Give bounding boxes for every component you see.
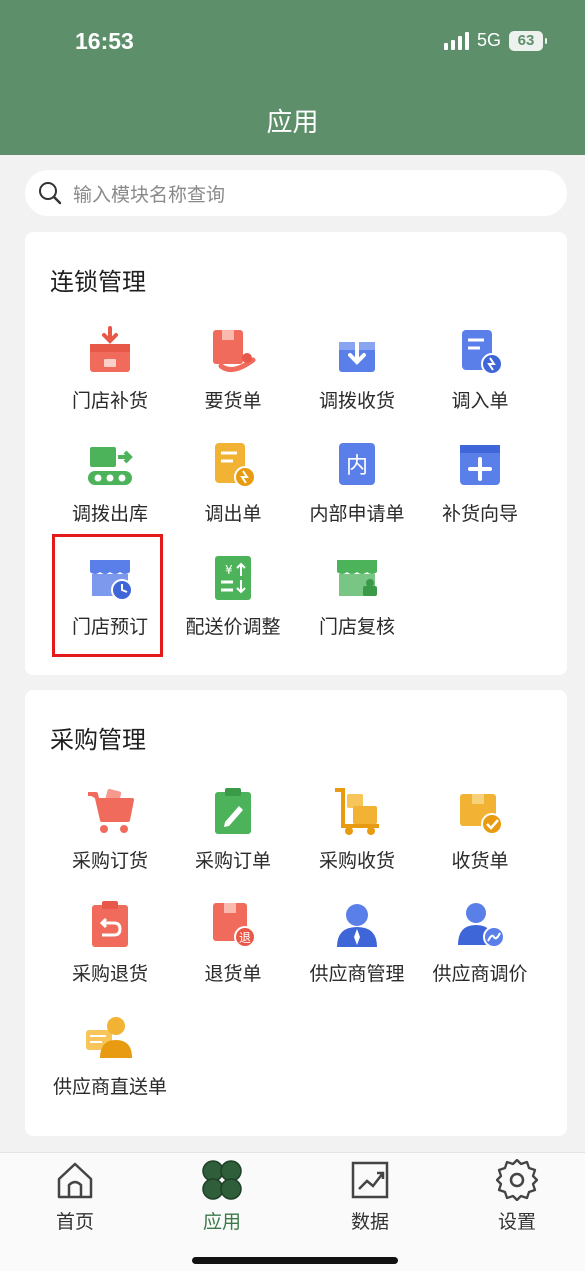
return-order-icon: 退 bbox=[213, 903, 256, 948]
app-label: 供应商调价 bbox=[432, 963, 528, 985]
status-time: 16:53 bbox=[75, 28, 134, 54]
purchase-return-icon bbox=[92, 901, 128, 947]
section-title: 连锁管理 bbox=[50, 268, 146, 296]
app-header: 16:53 5G 63 应用 bbox=[0, 0, 585, 155]
app-label: 供应商直送单 bbox=[52, 1076, 167, 1098]
app-return-order[interactable]: 退 退货单 bbox=[168, 899, 298, 999]
app-request-order[interactable]: 要货单 bbox=[168, 326, 298, 426]
tab-data[interactable]: 数据 bbox=[330, 1153, 410, 1233]
app-label: 收货单 bbox=[451, 850, 509, 872]
home-icon bbox=[57, 1162, 93, 1199]
svg-text:¥: ¥ bbox=[225, 563, 233, 577]
signal-icon bbox=[443, 31, 469, 50]
battery-icon: 63 bbox=[509, 30, 547, 51]
home-indicator[interactable] bbox=[192, 1257, 398, 1264]
bottom-tab-bar: 首页 应用 数据 设置 bbox=[0, 1152, 585, 1271]
app-label: 调入单 bbox=[451, 390, 509, 412]
highlight-box bbox=[52, 534, 163, 657]
app-purchase-receive[interactable]: 采购收货 bbox=[292, 786, 422, 886]
app-purchase-order[interactable]: 采购订单 bbox=[168, 786, 298, 886]
store-review-icon bbox=[337, 560, 377, 596]
app-supplier-price[interactable]: 供应商调价 bbox=[415, 899, 545, 999]
page-title: 应用 bbox=[266, 108, 319, 138]
svg-text:内: 内 bbox=[346, 454, 368, 479]
app-purchase-return[interactable]: 采购退货 bbox=[45, 899, 175, 999]
network-type: 5G bbox=[476, 30, 501, 50]
settings-gear-icon bbox=[496, 1159, 538, 1201]
delivery-price-icon: ¥ bbox=[215, 556, 251, 600]
supplier-manage-icon bbox=[337, 904, 377, 947]
tab-label: 首页 bbox=[55, 1211, 94, 1233]
outbound-order-icon bbox=[215, 443, 256, 488]
tab-label: 应用 bbox=[202, 1211, 241, 1233]
section-purchase-management: 采购管理 采购订货 采购订单 采购收货 收货单 采购退货 退 退货单 供应商管理… bbox=[25, 690, 567, 1136]
search-input[interactable]: 输入模块名称查询 bbox=[25, 170, 567, 216]
internal-request-icon: 内 bbox=[339, 443, 375, 485]
app-label: 门店复核 bbox=[318, 616, 395, 638]
apps-icon bbox=[202, 1160, 242, 1200]
app-purchase-cart[interactable]: 采购订货 bbox=[45, 786, 175, 886]
purchase-order-icon bbox=[215, 788, 251, 834]
app-internal-request[interactable]: 内 内部申请单 bbox=[292, 439, 422, 539]
tab-label: 数据 bbox=[350, 1211, 389, 1233]
app-store-review[interactable]: 门店复核 bbox=[292, 552, 422, 652]
app-outbound-order[interactable]: 调出单 bbox=[168, 439, 298, 539]
transfer-out-icon bbox=[88, 447, 133, 485]
supplier-price-icon bbox=[458, 903, 505, 948]
tab-home[interactable]: 首页 bbox=[35, 1153, 115, 1233]
purchase-cart-icon bbox=[88, 788, 134, 833]
app-transfer-out[interactable]: 调拨出库 bbox=[45, 439, 175, 539]
data-chart-icon bbox=[351, 1161, 389, 1199]
transfer-in-icon bbox=[462, 330, 503, 375]
search-placeholder: 输入模块名称查询 bbox=[73, 183, 226, 206]
supplier-direct-icon bbox=[86, 1017, 132, 1058]
tab-apps[interactable]: 应用 bbox=[182, 1153, 262, 1233]
request-order-icon bbox=[213, 330, 256, 372]
store-restock-icon bbox=[90, 326, 130, 372]
app-receipt[interactable]: 收货单 bbox=[415, 786, 545, 886]
app-restock-wizard[interactable]: 补货向导 bbox=[415, 439, 545, 539]
app-supplier-manage[interactable]: 供应商管理 bbox=[292, 899, 422, 999]
transfer-receive-icon bbox=[339, 328, 375, 372]
app-supplier-direct[interactable]: 供应商直送单 bbox=[45, 1012, 175, 1112]
purchase-receive-icon bbox=[335, 788, 379, 835]
tab-settings[interactable]: 设置 bbox=[477, 1153, 557, 1233]
app-transfer-receive[interactable]: 调拨收货 bbox=[292, 326, 422, 426]
section-title: 采购管理 bbox=[50, 726, 146, 754]
app-label: 补货向导 bbox=[441, 503, 518, 525]
restock-wizard-icon bbox=[460, 445, 500, 485]
receipt-icon bbox=[460, 794, 503, 835]
tab-label: 设置 bbox=[497, 1211, 536, 1233]
app-delivery-price[interactable]: ¥ 配送价调整 bbox=[168, 552, 298, 652]
app-transfer-in[interactable]: 调入单 bbox=[415, 326, 545, 426]
svg-text:退: 退 bbox=[239, 931, 251, 945]
search-icon bbox=[35, 178, 65, 208]
status-indicators: 5G 63 bbox=[443, 30, 547, 51]
app-store-restock[interactable]: 门店补货 bbox=[45, 326, 175, 426]
